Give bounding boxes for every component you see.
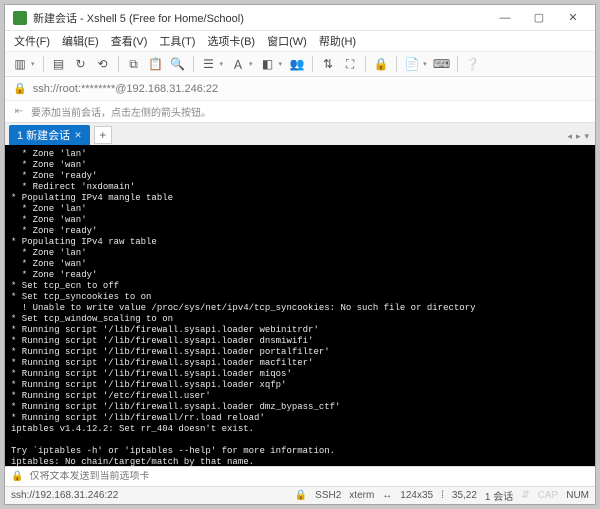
paste-button[interactable]: 📋 [147,55,165,73]
status-term: xterm [349,490,374,501]
status-updown-icon: ⇵ [521,490,529,501]
app-window: 新建会话 - Xshell 5 (Free for Home/School) ―… [4,4,596,505]
menu-options[interactable]: 选项卡(B) [202,31,260,51]
script-button[interactable]: 📄 [403,55,421,73]
app-icon [13,11,27,25]
copy-button[interactable]: ⧉ [125,55,143,73]
status-caps: CAP [538,490,559,501]
minimize-button[interactable]: ― [489,8,521,28]
address-text[interactable]: ssh://root:********@192.168.31.246:22 [33,83,218,95]
reconnect-button[interactable]: ↻ [72,55,90,73]
send-bar: 🔒 [5,466,595,486]
anchor-icon[interactable]: ⇤ [13,106,25,118]
hint-bar: ⇤ 要添加当前会话，点击左侧的箭头按钮。 [5,101,595,123]
font-button[interactable]: Ａ [229,55,247,73]
tab-nav: ◂ ▸ ▾ [567,131,589,142]
lock-icon: 🔒 [13,82,27,95]
status-size-icon: ↔ [382,490,392,501]
dropdown-icon[interactable]: ▾ [249,60,253,68]
send-input[interactable] [29,471,589,482]
tab-strip: 1 新建会话 ✕ + ◂ ▸ ▾ [5,123,595,145]
send-lock-icon: 🔒 [11,471,23,482]
add-tab-button[interactable]: + [94,126,112,144]
status-sessions: 1 会话 [485,488,513,503]
menu-view[interactable]: 查看(V) [106,31,153,51]
status-ssh-icon: 🔒 [295,490,307,501]
session-tab[interactable]: 1 新建会话 ✕ [9,125,90,145]
find-button[interactable]: 🔍 [169,55,187,73]
hint-text: 要添加当前会话，点击左侧的箭头按钮。 [31,104,211,119]
disconnect-button[interactable]: ⟲ [94,55,112,73]
menu-file[interactable]: 文件(F) [9,31,55,51]
title-bar: 新建会话 - Xshell 5 (Free for Home/School) ―… [5,5,595,31]
menu-window[interactable]: 窗口(W) [262,31,312,51]
dropdown-icon[interactable]: ▾ [31,60,35,68]
terminal-output[interactable]: * Zone 'lan' * Zone 'wan' * Zone 'ready'… [5,145,595,466]
status-num: NUM [566,490,589,501]
transfer-button[interactable]: ⇅ [319,55,337,73]
tab-close-icon[interactable]: ✕ [74,130,82,141]
dropdown-icon[interactable]: ▾ [423,60,427,68]
menu-edit[interactable]: 编辑(E) [57,31,104,51]
menu-help[interactable]: 帮助(H) [314,31,361,51]
menu-tools[interactable]: 工具(T) [154,31,200,51]
new-connection-button[interactable]: ▥ [11,55,29,73]
fullscreen-button[interactable]: ⛶ [341,55,359,73]
tab-prev-icon[interactable]: ◂ [567,131,572,142]
tab-next-icon[interactable]: ▸ [576,131,581,142]
status-pos-icon: ⁞ [441,490,444,501]
window-title: 新建会话 - Xshell 5 (Free for Home/School) [33,10,489,26]
tab-list-icon[interactable]: ▾ [584,131,589,142]
close-button[interactable]: ✕ [557,8,589,28]
status-connection: ssh://192.168.31.246:22 [11,490,118,501]
open-button[interactable]: ▤ [50,55,68,73]
dropdown-icon[interactable]: ▾ [279,60,283,68]
maximize-button[interactable]: ▢ [523,8,555,28]
color-button[interactable]: ◧ [259,55,277,73]
status-pos: 35,22 [452,490,477,501]
menu-bar: 文件(F) 编辑(E) 查看(V) 工具(T) 选项卡(B) 窗口(W) 帮助(… [5,31,595,51]
users-button[interactable]: 👥 [288,55,306,73]
toolbar: ▥▾ ▤ ↻ ⟲ ⧉ 📋 🔍 ☰▾ Ａ▾ ◧▾ 👥 ⇅ ⛶ 🔒 📄▾ ⌨ ❔ [5,51,595,77]
address-bar: 🔒 ssh://root:********@192.168.31.246:22 [5,77,595,101]
help-button[interactable]: ❔ [464,55,482,73]
keymap-button[interactable]: ⌨ [433,55,451,73]
status-bar: ssh://192.168.31.246:22 🔒 SSH2 xterm ↔ 1… [5,486,595,504]
lock-button[interactable]: 🔒 [372,55,390,73]
dropdown-icon[interactable]: ▾ [220,60,224,68]
status-size: 124x35 [400,490,433,501]
properties-button[interactable]: ☰ [200,55,218,73]
status-ssh: SSH2 [315,490,341,501]
tab-label: 1 新建会话 [17,127,70,143]
